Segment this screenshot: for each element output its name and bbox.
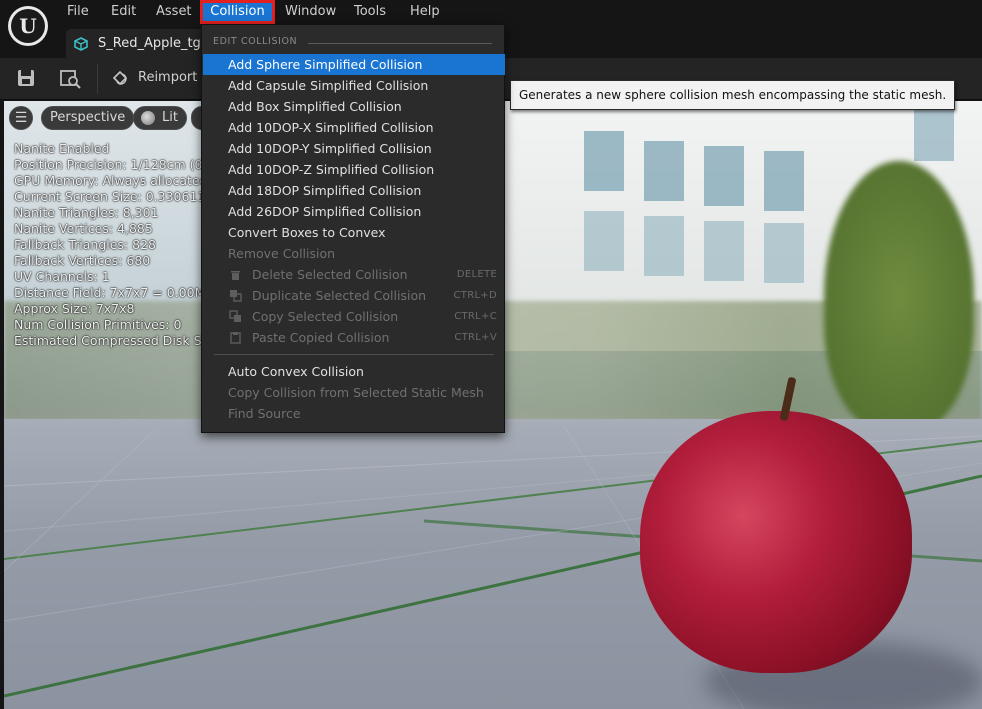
stat-line: Fallback Triangles: 828 — [14, 237, 156, 252]
menu-asset[interactable]: Asset — [147, 0, 201, 24]
stat-line: GPU Memory: Always allocated 0 — [14, 173, 220, 188]
stat-line: Num Collision Primitives: 0 — [14, 317, 182, 332]
asset-tab[interactable]: S_Red_Apple_tgzo — [66, 29, 206, 58]
menu-item-delete-selected-collision[interactable]: Delete Selected Collision DELETE — [203, 264, 505, 285]
menu-item-remove-collision[interactable]: Remove Collision — [203, 243, 505, 264]
asset-tab-label: S_Red_Apple_tgzo — [98, 36, 206, 51]
reimport-icon — [112, 70, 128, 86]
menu-item-label: Copy Selected Collision — [252, 309, 399, 324]
menu-item-add-18dop[interactable]: Add 18DOP Simplified Collision — [203, 180, 505, 201]
perspective-button[interactable]: Perspective — [41, 106, 135, 130]
shortcut-label: CTRL+C — [454, 311, 497, 322]
menu-item-convert-boxes[interactable]: Convert Boxes to Convex — [203, 222, 505, 243]
menu-help[interactable]: Help — [401, 0, 449, 24]
reimport-button[interactable]: Reimport B — [112, 67, 210, 89]
menu-item-add-10dop-x[interactable]: Add 10DOP-X Simplified Collision — [203, 117, 505, 138]
mesh-stats-overlay: Nanite Enabled Position Precision: 1/128… — [14, 141, 225, 349]
browse-asset-icon[interactable] — [58, 67, 82, 89]
menu-item-copy-collision-from-selected[interactable]: Copy Collision from Selected Static Mesh — [203, 382, 505, 403]
trash-icon — [231, 271, 240, 280]
lit-sphere-icon — [141, 111, 155, 125]
menu-item-add-26dop[interactable]: Add 26DOP Simplified Collision — [203, 201, 505, 222]
section-header-rule — [308, 43, 492, 44]
save-icon[interactable] — [14, 67, 38, 89]
menu-item-add-sphere-collision[interactable]: Add Sphere Simplified Collision — [203, 54, 505, 75]
viewport-options-button[interactable]: ☰ — [9, 106, 33, 130]
menu-window[interactable]: Window — [276, 0, 345, 24]
menu-item-add-box-collision[interactable]: Add Box Simplified Collision — [203, 96, 505, 117]
menu-item-add-capsule-collision[interactable]: Add Capsule Simplified Collision — [203, 75, 505, 96]
reimport-label: Reimport B — [138, 70, 211, 85]
stat-line: Distance Field: 7x7x7 = 0.00Mb a — [14, 285, 225, 300]
menu-item-label: Delete Selected Collision — [252, 267, 408, 282]
stat-line: Fallback Vertices: 680 — [14, 253, 151, 268]
menu-edit[interactable]: Edit — [102, 0, 145, 24]
stat-line: Approx Size: 7x7x8 — [14, 301, 135, 316]
duplicate-icon — [230, 290, 242, 302]
menu-file[interactable]: File — [58, 0, 98, 24]
lit-mode-button[interactable]: Lit — [133, 106, 187, 130]
menu-collision[interactable]: Collision — [200, 0, 275, 24]
stat-line: Nanite Triangles: 8,301 — [14, 205, 159, 220]
shortcut-label: CTRL+V — [454, 332, 497, 343]
stat-line: Position Precision: 1/128cm (0.0 — [14, 157, 215, 172]
menu-item-duplicate-selected-collision[interactable]: Duplicate Selected Collision CTRL+D — [203, 285, 505, 306]
tooltip: Generates a new sphere collision mesh en… — [510, 80, 956, 110]
menu-item-copy-selected-collision[interactable]: Copy Selected Collision CTRL+C — [203, 306, 505, 327]
stat-line: Current Screen Size: 0.330611 — [14, 189, 206, 204]
menu-item-add-10dop-y[interactable]: Add 10DOP-Y Simplified Collision — [203, 138, 505, 159]
menu-item-auto-convex-collision[interactable]: Auto Convex Collision — [203, 361, 505, 382]
copy-icon — [229, 310, 241, 322]
static-mesh-icon — [74, 37, 88, 51]
collision-dropdown-menu: EDIT COLLISION Add Sphere Simplified Col… — [201, 24, 505, 433]
lit-label: Lit — [162, 110, 178, 125]
stat-line: Nanite Vertices: 4,885 — [14, 221, 153, 236]
stat-line: UV Channels: 1 — [14, 269, 110, 284]
menu-separator — [214, 354, 494, 355]
paste-icon — [230, 332, 241, 344]
toolbar-separator — [97, 64, 98, 94]
menu-item-add-10dop-z[interactable]: Add 10DOP-Z Simplified Collision — [203, 159, 505, 180]
menu-tools[interactable]: Tools — [345, 0, 395, 24]
section-header: EDIT COLLISION — [202, 36, 504, 50]
section-header-label: EDIT COLLISION — [213, 36, 298, 47]
stat-line: Nanite Enabled — [14, 141, 110, 156]
unreal-logo-icon[interactable]: U — [8, 6, 48, 46]
shortcut-label: CTRL+D — [453, 290, 497, 301]
stat-line: Estimated Compressed Disk Size — [14, 333, 220, 348]
menu-item-find-source[interactable]: Find Source — [203, 403, 505, 424]
shortcut-label: DELETE — [456, 269, 497, 280]
apple-mesh[interactable] — [640, 411, 912, 673]
menu-item-label: Duplicate Selected Collision — [252, 288, 427, 303]
menu-item-paste-copied-collision[interactable]: Paste Copied Collision CTRL+V — [203, 327, 505, 348]
menu-item-label: Paste Copied Collision — [252, 330, 390, 345]
